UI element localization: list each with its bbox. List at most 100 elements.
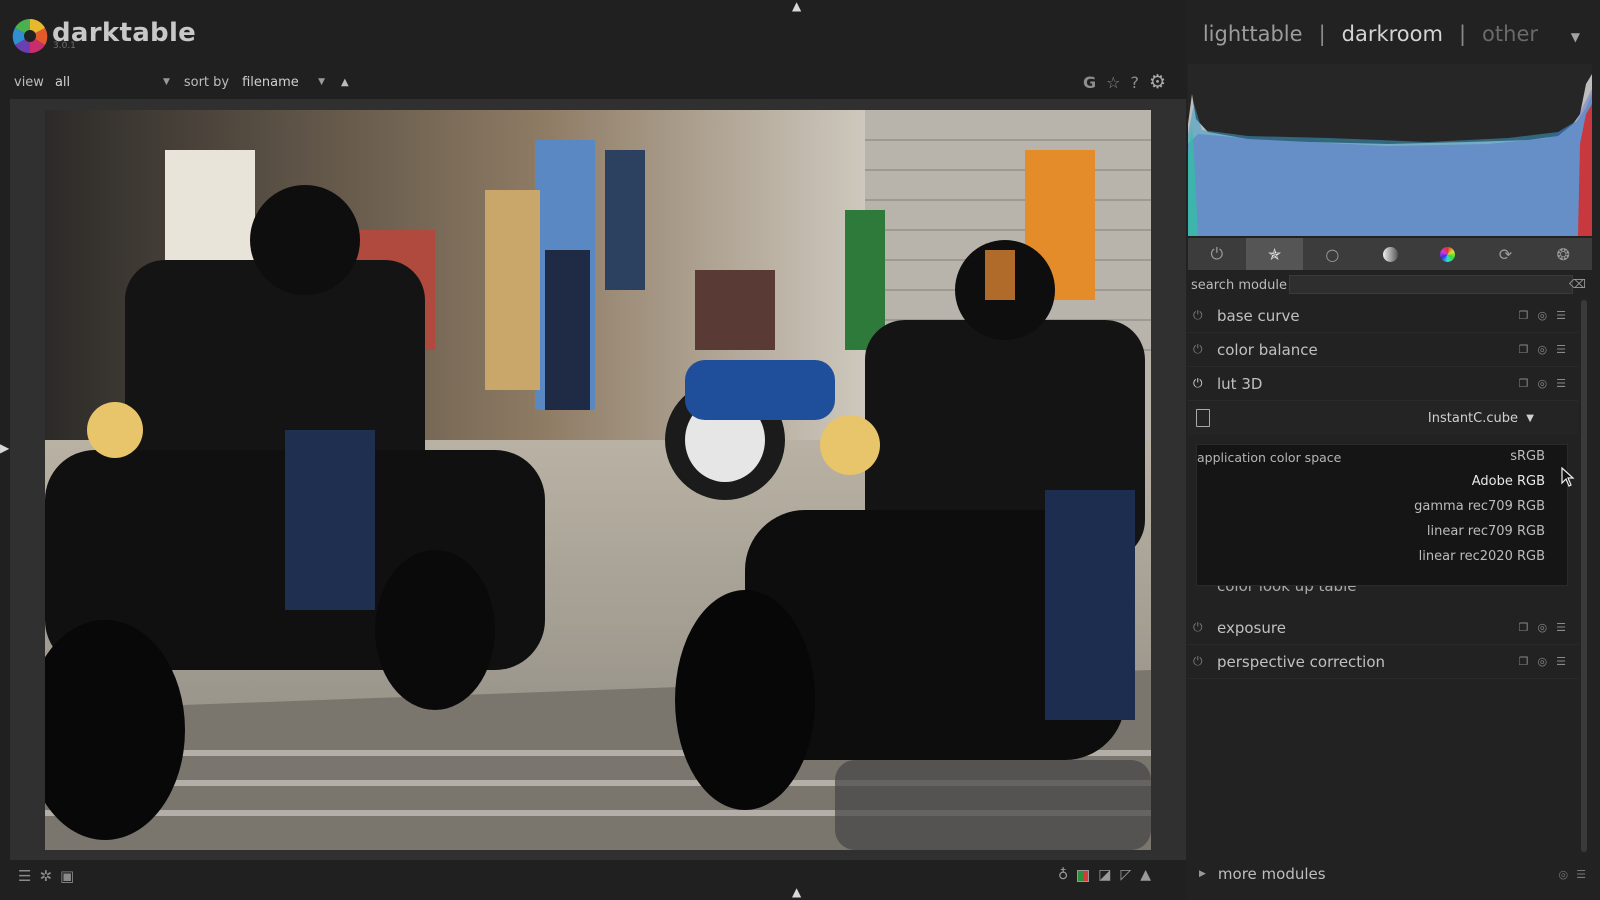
favorites-icon[interactable]: ✯ <box>1245 238 1304 270</box>
module-name: lut 3D <box>1217 374 1263 393</box>
darktable-logo-icon <box>12 19 48 54</box>
bottom-left-toolbar: ☰ ✲ ▣ <box>18 867 74 885</box>
sort-ascending-icon[interactable]: ▲ <box>341 77 349 88</box>
multi-instance-icon[interactable]: ❐ <box>1519 621 1529 634</box>
color-space-option-linear-rec2020[interactable]: linear rec2020 RGB <box>1419 549 1545 564</box>
color-space-dropdown-popup: application color space sRGB Adobe RGB g… <box>1196 444 1568 586</box>
search-module-input[interactable] <box>1289 275 1573 294</box>
presets-icon[interactable]: ☰ <box>18 867 31 885</box>
reset-icon[interactable]: ◎ <box>1538 377 1548 390</box>
module-power-icon[interactable]: ⏻ <box>1193 308 1211 323</box>
presets-icon[interactable]: ☰ <box>1576 868 1586 881</box>
module-power-icon[interactable]: ⏻ <box>1193 376 1211 391</box>
darktable-window: ▲ ▲ ▶ ▶ darktable 3.0.1 view all ▼ sort … <box>0 0 1600 900</box>
sort-by-label: sort by <box>183 74 230 90</box>
view-separator: | <box>1458 22 1467 46</box>
base-group-icon[interactable]: ○ <box>1303 238 1361 270</box>
second-window-icon[interactable]: ▣ <box>60 867 74 885</box>
iso12646-bulb-icon[interactable]: ♁ <box>1058 867 1068 883</box>
module-power-icon[interactable]: ⏻ <box>1193 342 1211 357</box>
more-modules-section[interactable]: ▶ more modules ◎ ☰ <box>1188 862 1592 886</box>
styles-icon[interactable]: ✲ <box>39 867 52 885</box>
module-header-icons: ❐ ◎ ☰ <box>1519 377 1566 390</box>
module-list-lower: ⏻ exposure ❐ ◎ ☰ ⏻ perspective correctio… <box>1188 611 1578 679</box>
module-lut-3d[interactable]: ⏻ lut 3D ❐ ◎ ☰ <box>1188 367 1578 401</box>
image-preview[interactable] <box>45 110 1151 850</box>
presets-icon[interactable]: ☰ <box>1556 377 1566 390</box>
module-name: exposure <box>1217 618 1286 637</box>
help-icon[interactable]: ? <box>1130 73 1139 92</box>
view-lighttable[interactable]: lighttable <box>1203 22 1303 46</box>
active-modules-icon[interactable]: ⏻ <box>1188 238 1246 270</box>
multi-instance-icon[interactable]: ❐ <box>1519 309 1529 322</box>
presets-icon[interactable]: ☰ <box>1556 343 1566 356</box>
photo-motorcycles <box>45 110 1151 850</box>
reset-icon[interactable]: ◎ <box>1538 343 1548 356</box>
softproof-icon[interactable] <box>1077 870 1090 882</box>
left-panel-toggle-icon[interactable]: ▶ <box>0 442 9 454</box>
color-space-option-adobe-rgb[interactable]: Adobe RGB <box>1472 474 1545 489</box>
color-space-option-linear-rec709[interactable]: linear rec709 RGB <box>1427 524 1545 539</box>
tone-group-icon[interactable] <box>1361 238 1419 270</box>
presets-icon[interactable]: ☰ <box>1556 655 1566 668</box>
correct-group-icon[interactable]: ⟳ <box>1477 238 1535 270</box>
guides-icon[interactable]: ◸ <box>1121 867 1132 883</box>
view-other[interactable]: other <box>1482 22 1538 46</box>
overlay-star-icon[interactable]: ☆ <box>1106 73 1120 92</box>
views-chevron-down-icon[interactable]: ▼ <box>1571 30 1580 44</box>
reset-icon[interactable]: ◎ <box>1559 868 1569 881</box>
center-top-toolbar: G ☆ ? ⚙ <box>1083 71 1166 93</box>
search-module-label: search module <box>1191 277 1288 293</box>
clear-search-icon[interactable]: ⌫ <box>1569 277 1586 291</box>
lut-file-select[interactable]: InstantC.cube <box>1428 411 1518 426</box>
module-exposure[interactable]: ⏻ exposure ❐ ◎ ☰ <box>1188 611 1578 645</box>
app-version: 3.0.1 <box>53 41 76 51</box>
bottom-right-toolbar: ♁ ◪ ◸ ▲ <box>1058 867 1151 883</box>
multi-instance-icon[interactable]: ❐ <box>1519 377 1529 390</box>
effects-group-icon[interactable]: ❂ <box>1534 238 1592 270</box>
overexposed-warning-icon[interactable]: ▲ <box>1140 867 1151 883</box>
multi-instance-icon[interactable]: ❐ <box>1519 655 1529 668</box>
module-groups-bar: ⏻ ✯ ○ ⟳ ❂ <box>1188 238 1592 270</box>
module-name: base curve <box>1217 306 1300 325</box>
multi-instance-icon[interactable]: ❐ <box>1519 343 1529 356</box>
color-group-icon[interactable] <box>1419 238 1477 270</box>
lut-file-icon[interactable] <box>1196 409 1210 427</box>
module-header-icons: ❐ ◎ ☰ <box>1519 309 1566 322</box>
module-header-icons: ❐ ◎ ☰ <box>1519 655 1566 668</box>
view-filter-select[interactable]: all <box>55 75 163 90</box>
presets-icon[interactable]: ☰ <box>1556 621 1566 634</box>
mouse-cursor-icon <box>1561 467 1575 487</box>
sort-by-chevron-down-icon[interactable]: ▼ <box>318 77 325 87</box>
module-color-balance[interactable]: ⏻ color balance ❐ ◎ ☰ <box>1188 333 1578 367</box>
color-space-option-gamma-rec709[interactable]: gamma rec709 RGB <box>1414 499 1545 514</box>
view-filter-chevron-down-icon[interactable]: ▼ <box>163 77 170 87</box>
color-space-option-srgb[interactable]: sRGB <box>1510 449 1545 464</box>
preferences-gear-icon[interactable]: ⚙ <box>1149 71 1166 93</box>
module-perspective-correction[interactable]: ⏻ perspective correction ❐ ◎ ☰ <box>1188 645 1578 679</box>
gamut-check-icon[interactable]: ◪ <box>1098 867 1111 883</box>
reset-icon[interactable]: ◎ <box>1538 621 1548 634</box>
module-list-scrollbar[interactable] <box>1581 300 1587 852</box>
expand-triangle-icon[interactable]: ▶ <box>1199 869 1206 879</box>
module-power-icon[interactable]: ⏻ <box>1193 620 1211 635</box>
module-base-curve[interactable]: ⏻ base curve ❐ ◎ ☰ <box>1188 299 1578 333</box>
view-darkroom[interactable]: darkroom <box>1342 22 1443 46</box>
presets-icon[interactable]: ☰ <box>1556 309 1566 322</box>
more-modules-label: more modules <box>1217 865 1326 883</box>
view-switcher: lighttable | darkroom | other <box>1203 22 1570 46</box>
module-power-icon[interactable]: ⏻ <box>1193 654 1211 669</box>
view-separator: | <box>1318 22 1326 46</box>
bottom-panel-toggle-icon[interactable]: ▲ <box>792 886 801 898</box>
reset-icon[interactable]: ◎ <box>1538 309 1548 322</box>
filter-bar: view all ▼ sort by filename ▼ ▲ <box>14 72 349 92</box>
grouping-icon[interactable]: G <box>1083 73 1096 92</box>
lut-file-chevron-down-icon[interactable]: ▼ <box>1526 413 1534 424</box>
reset-icon[interactable]: ◎ <box>1538 655 1548 668</box>
module-list: ⏻ base curve ❐ ◎ ☰ ⏻ color balance ❐ ◎ ☰… <box>1188 299 1578 435</box>
sort-by-select[interactable]: filename <box>242 75 318 90</box>
top-panel-toggle-icon[interactable]: ▲ <box>792 0 801 12</box>
more-modules-icons: ◎ ☰ <box>1559 868 1586 881</box>
lut-3d-body: InstantC.cube ▼ <box>1188 401 1578 435</box>
histogram[interactable] <box>1188 64 1592 236</box>
